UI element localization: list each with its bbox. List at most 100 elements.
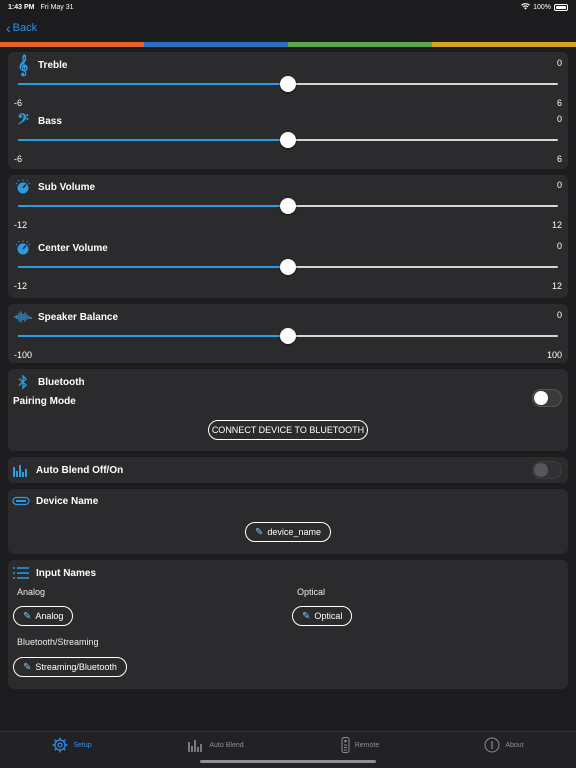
tab-about-label: About xyxy=(505,742,524,749)
tab-auto-blend-label: Auto Blend xyxy=(209,742,244,749)
pencil-icon: ✎ xyxy=(302,610,311,622)
status-bar: 1:43 PM Fri May 31 100% xyxy=(0,0,576,14)
sub-volume-label: Sub Volume xyxy=(38,181,96,193)
strip-segment-orange xyxy=(0,42,144,47)
balance-card: Speaker Balance 0 -100 100 xyxy=(8,304,568,363)
bluetooth-icon xyxy=(14,373,32,391)
brand-color-strip xyxy=(0,42,576,47)
optical-name-button[interactable]: ✎ Optical xyxy=(292,606,353,626)
connect-bluetooth-label: CONNECT DEVICE TO BLUETOOTH xyxy=(211,425,365,435)
pencil-icon: ✎ xyxy=(255,526,264,538)
status-date: Fri May 31 xyxy=(40,3,74,11)
auto-blend-toggle[interactable] xyxy=(532,461,562,479)
bars-icon xyxy=(188,738,204,754)
device-name-button[interactable]: ✎ device_name xyxy=(245,522,331,542)
input-names-card: Input Names Analog Optical ✎ Analog ✎ Op… xyxy=(8,560,568,689)
info-icon xyxy=(484,737,500,755)
dial-icon xyxy=(14,178,32,196)
pencil-icon: ✎ xyxy=(23,610,32,622)
tab-setup[interactable]: Setup xyxy=(0,732,144,768)
balance-min: -100 xyxy=(14,350,33,360)
optical-label: Optical xyxy=(297,587,326,597)
bass-slider-thumb[interactable] xyxy=(280,132,296,148)
bass-min: -6 xyxy=(14,154,23,164)
wifi-icon xyxy=(521,2,530,12)
balance-value: 0 xyxy=(556,310,562,320)
connect-bluetooth-button[interactable]: CONNECT DEVICE TO BLUETOOTH xyxy=(208,420,368,440)
sub-volume-max: 12 xyxy=(551,220,562,230)
strip-segment-blue xyxy=(144,42,288,47)
status-right: 100% xyxy=(521,2,568,12)
tab-about[interactable]: About xyxy=(432,732,576,768)
sub-volume-title: Sub Volume xyxy=(14,178,95,196)
treble-slider[interactable] xyxy=(18,76,558,92)
eq-card: 𝄞 Treble 0 -6 6 𝄢 Bass 0 -6 6 xyxy=(8,52,568,169)
dial-icon xyxy=(14,239,32,257)
pairing-mode-toggle[interactable] xyxy=(532,389,562,407)
bass-slider[interactable] xyxy=(18,132,558,148)
waveform-icon xyxy=(14,308,32,326)
center-volume-slider-fill xyxy=(18,266,288,268)
tab-remote-label: Remote xyxy=(354,742,380,749)
device-name-value: device_name xyxy=(267,527,321,537)
sub-volume-min: -12 xyxy=(14,220,28,230)
back-label: Back xyxy=(12,22,38,34)
strip-segment-green xyxy=(288,42,432,47)
bass-label: Bass xyxy=(38,115,62,127)
balance-title: Speaker Balance xyxy=(14,308,118,326)
pairing-mode-toggle-knob xyxy=(534,391,548,405)
device-name-card: Device Name ✎ device_name xyxy=(8,489,568,554)
center-volume-slider[interactable] xyxy=(18,259,558,275)
volume-card: Sub Volume 0 -12 12 Center Volume 0 -12 … xyxy=(8,175,568,298)
nav-bar: ‹ Back xyxy=(0,14,576,42)
sub-volume-value: 0 xyxy=(556,180,562,190)
auto-blend-card: Auto Blend Off/On xyxy=(8,457,568,483)
home-indicator xyxy=(200,760,376,763)
treble-label: Treble xyxy=(38,59,68,71)
bluetooth-title: Bluetooth xyxy=(14,373,85,391)
pencil-icon: ✎ xyxy=(23,661,32,673)
list-icon xyxy=(12,564,30,582)
treble-slider-thumb[interactable] xyxy=(280,76,296,92)
speaker-bar-icon xyxy=(12,492,30,510)
balance-slider[interactable] xyxy=(18,328,558,344)
remote-icon xyxy=(341,736,350,755)
input-names-label: Input Names xyxy=(36,567,97,579)
auto-blend-title: Auto Blend Off/On xyxy=(12,461,123,479)
optical-name-value: Optical xyxy=(314,611,343,621)
analog-name-button[interactable]: ✎ Analog xyxy=(13,606,74,626)
sub-volume-slider-thumb[interactable] xyxy=(280,198,296,214)
bluetooth-label: Bluetooth xyxy=(38,376,85,388)
gear-icon xyxy=(52,737,68,755)
center-volume-min: -12 xyxy=(14,281,28,291)
battery-percent: 100% xyxy=(533,3,551,11)
bass-clef-icon: 𝄢 xyxy=(17,110,29,131)
bass-max: 6 xyxy=(556,154,562,164)
balance-label: Speaker Balance xyxy=(38,311,119,323)
level-bars-icon xyxy=(12,461,30,479)
sub-volume-slider[interactable] xyxy=(18,198,558,214)
balance-max: 100 xyxy=(546,350,562,360)
center-volume-max: 12 xyxy=(551,281,562,291)
status-time: 1:43 PM xyxy=(8,3,35,11)
treble-clef-icon: 𝄞 xyxy=(17,54,29,75)
bt-streaming-name-value: Streaming/Bluetooth xyxy=(35,662,117,672)
auto-blend-toggle-knob xyxy=(534,463,548,477)
sub-volume-slider-fill xyxy=(18,205,288,207)
input-names-title: Input Names xyxy=(12,564,96,582)
center-volume-slider-thumb[interactable] xyxy=(280,259,296,275)
treble-slider-fill xyxy=(18,83,288,85)
bt-streaming-name-button[interactable]: ✎ Streaming/Bluetooth xyxy=(13,657,127,677)
bluetooth-card: Bluetooth Pairing Mode CONNECT DEVICE TO… xyxy=(8,369,568,451)
treble-max: 6 xyxy=(556,98,562,108)
bass-value: 0 xyxy=(556,114,562,124)
device-name-title: Device Name xyxy=(12,492,98,510)
center-volume-title: Center Volume xyxy=(14,239,108,257)
center-volume-label: Center Volume xyxy=(38,242,108,254)
balance-slider-thumb[interactable] xyxy=(280,328,296,344)
back-button[interactable]: ‹ Back xyxy=(6,21,37,35)
bass-slider-fill xyxy=(18,139,288,141)
analog-label: Analog xyxy=(17,587,46,597)
treble-value: 0 xyxy=(556,58,562,68)
balance-slider-fill xyxy=(18,335,288,337)
